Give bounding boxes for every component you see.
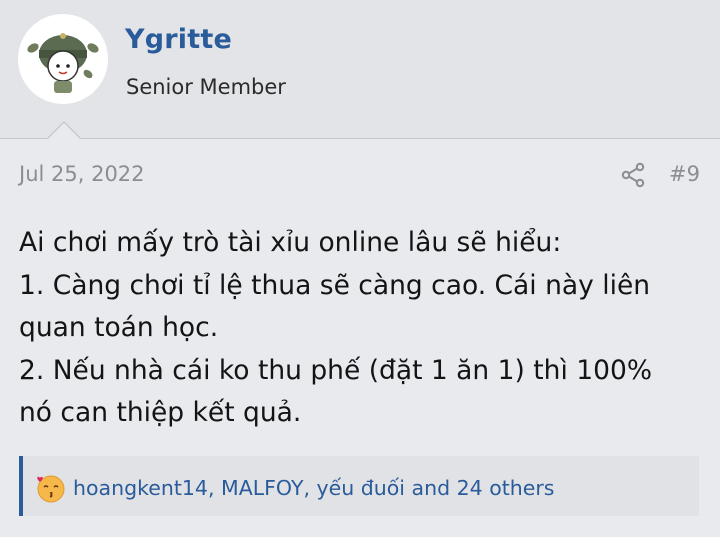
username-link[interactable]: Ygritte bbox=[125, 24, 232, 55]
header-caret-inner bbox=[47, 123, 81, 140]
post-body: Ai chơi mấy trò tài xỉu online lâu sẽ hi… bbox=[19, 222, 709, 435]
post-line: 1. Càng chơi tỉ lệ thua sẽ càng cao. Cái… bbox=[19, 269, 651, 301]
reactions-bar: hoangkent14, MALFOY, yếu đuối and 24 oth… bbox=[19, 456, 699, 516]
post-number-link[interactable]: #9 bbox=[669, 162, 700, 186]
post-line: 2. Nếu nhà cái ko thu phế (đặt 1 ăn 1) t… bbox=[19, 354, 652, 386]
share-icon[interactable] bbox=[620, 162, 646, 188]
user-header: Ygritte Senior Member bbox=[0, 0, 720, 139]
kiss-emoji-icon bbox=[37, 475, 65, 503]
avatar-icon bbox=[27, 33, 99, 93]
avatar[interactable] bbox=[18, 14, 108, 104]
post-line: Ai chơi mấy trò tài xỉu online lâu sẽ hi… bbox=[19, 227, 562, 258]
post-line: quan toán học. bbox=[19, 312, 219, 343]
post-line: nó can thiệp kết quả. bbox=[19, 397, 302, 428]
post-date-link[interactable]: Jul 25, 2022 bbox=[19, 162, 145, 186]
user-title: Senior Member bbox=[126, 75, 286, 99]
reactions-users-link[interactable]: hoangkent14, MALFOY, yếu đuối and 24 oth… bbox=[73, 476, 555, 500]
